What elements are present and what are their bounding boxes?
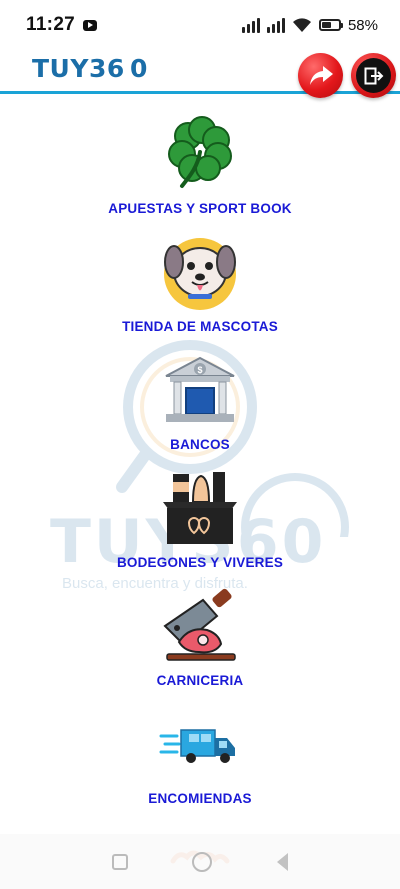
- dog-icon: [155, 231, 245, 313]
- category-label: BODEGONES Y VIVERES: [116, 555, 284, 570]
- app-header: TUY36 0: [0, 50, 400, 98]
- category-mascotas[interactable]: TIENDA DE MASCOTAS: [0, 231, 400, 334]
- status-indicators: 58%: [241, 16, 378, 34]
- battery-percent: 58%: [347, 16, 378, 34]
- back-icon[interactable]: [276, 852, 288, 871]
- category-label: ENCOMIENDAS: [148, 791, 252, 806]
- wifi-icon: [292, 18, 311, 32]
- home-icon[interactable]: [192, 851, 213, 872]
- logout-icon: [364, 67, 383, 84]
- logo-text: TUY36: [32, 54, 125, 83]
- category-bancos[interactable]: $ BANCOS: [0, 349, 400, 452]
- category-label: CARNICERIA: [156, 673, 244, 688]
- share-button[interactable]: [298, 53, 343, 98]
- category-encomiendas[interactable]: ENCOMIENDAS: [0, 703, 400, 806]
- groceries-box-icon: [155, 467, 245, 549]
- youtube-notification-icon: [83, 19, 98, 31]
- status-bar: 11:27 58%: [0, 0, 400, 50]
- system-navigation-bar: [0, 834, 400, 889]
- tuy360-logo[interactable]: TUY36 0: [32, 54, 153, 83]
- signal-icon-secondary: [266, 17, 285, 33]
- meat-cleaver-icon: [155, 585, 245, 667]
- bank-icon: $: [155, 349, 245, 431]
- category-list[interactable]: TUY360 Busca, encuentra y disfruta. APUE…: [0, 97, 400, 889]
- delivery-truck-icon: [155, 703, 245, 785]
- svg-text:$: $: [197, 365, 202, 375]
- recent-apps-icon[interactable]: [112, 853, 129, 870]
- share-arrow-icon: [309, 65, 333, 85]
- category-label: BANCOS: [170, 437, 230, 452]
- logo-ring-zero: 0: [130, 54, 148, 83]
- battery-icon: [318, 19, 343, 31]
- category-bodegones[interactable]: BODEGONES Y VIVERES: [0, 467, 400, 570]
- category-label: APUESTAS Y SPORT BOOK: [108, 201, 292, 216]
- signal-icon: [241, 17, 260, 33]
- category-carniceria[interactable]: CARNICERIA: [0, 585, 400, 688]
- category-label: TIENDA DE MASCOTAS: [122, 319, 278, 334]
- status-time: 11:27: [26, 14, 76, 35]
- logout-button[interactable]: [351, 53, 396, 98]
- category-apuestas[interactable]: APUESTAS Y SPORT BOOK: [0, 113, 400, 216]
- clover-icon: [155, 113, 245, 195]
